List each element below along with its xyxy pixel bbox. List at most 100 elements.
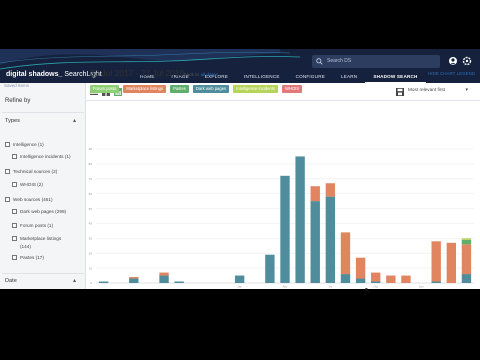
chevron-up-icon[interactable]: ▴	[73, 277, 76, 284]
bar-dark-web-pages-dec-17[interactable]	[174, 281, 184, 283]
checkbox[interactable]	[12, 182, 17, 187]
filter-sidebar: Saved Items Refine by Types ▴ Intelligen…	[0, 83, 86, 289]
filter-label: Pastes (17)	[20, 255, 44, 260]
y-tick-label: 70	[89, 177, 93, 181]
bar-dark-web-pages-jul-18[interactable]	[280, 175, 290, 283]
filter-intelligence-incidents[interactable]: Intelligence incidents (1)	[12, 154, 71, 159]
filter-label: Web sources (461)	[13, 197, 53, 202]
bar-dark-web-pages-nov-17[interactable]	[159, 275, 169, 283]
x-tick-label: Oct	[373, 285, 378, 289]
bar-dark-web-pages-aug-18[interactable]	[295, 156, 305, 283]
section-types-title[interactable]: Types	[5, 118, 20, 124]
hide-chart-legend-button[interactable]: HIDE CHART LEGEND	[428, 71, 475, 76]
y-tick-label: 50	[89, 207, 93, 211]
y-tick-label: 90	[89, 147, 93, 151]
checkbox[interactable]	[5, 142, 10, 147]
bar-marketplace-listings-jul-19[interactable]	[461, 244, 472, 275]
filter-technical-sources[interactable]: Technical sources (2)	[5, 169, 57, 174]
checkbox[interactable]	[5, 169, 10, 174]
filter-label: (144)	[20, 244, 31, 249]
brand-logo[interactable]: digital shadows_ SearchLight	[6, 71, 102, 78]
checkbox[interactable]	[5, 197, 10, 202]
date-range-title: 22 Jul 2017 - 22 Jul 2019	[90, 68, 185, 78]
bar-marketplace-listings-jan-19[interactable]	[371, 272, 381, 282]
filter-dark-web-pages[interactable]: Dark web pages (299)	[12, 209, 66, 214]
bar-marketplace-listings-dec-18[interactable]	[355, 257, 366, 279]
bar-marketplace-listings-jun-19[interactable]	[446, 242, 457, 283]
bar-marketplace-listings-nov-18[interactable]	[340, 232, 351, 275]
sort-select[interactable]: Most relevant first ▾	[408, 87, 470, 97]
bar-marketplace-listings-oct-18[interactable]	[325, 183, 336, 197]
divider	[2, 112, 84, 113]
y-tick-label: 30	[89, 237, 93, 241]
bar-dark-web-pages-may-19[interactable]	[431, 281, 441, 283]
back-prefix: back to	[184, 72, 200, 77]
nav-configure[interactable]: CONFIGURE	[288, 73, 333, 83]
x-tick-label: Jul	[328, 285, 332, 289]
bar-dark-web-pages-sep-18[interactable]	[310, 201, 320, 283]
y-tick-label: 0	[90, 281, 92, 285]
chart-legend: Forum posts Marketplace listings Pastes Dar…	[90, 85, 306, 93]
legend-chip-intelligence-incidents[interactable]: Intelligence incidents	[233, 85, 279, 93]
filter-marketplace-count: (144)	[20, 244, 31, 249]
chevron-up-icon[interactable]: ▴	[73, 117, 76, 124]
bar-marketplace-listings-sep-17[interactable]	[129, 277, 139, 279]
checkbox[interactable]	[12, 236, 17, 241]
checkbox[interactable]	[12, 154, 17, 159]
bar-dark-web-pages-oct-18[interactable]	[325, 196, 336, 283]
filter-whois[interactable]: WHOIS (2)	[12, 182, 43, 187]
section-date-title[interactable]: Date	[5, 278, 17, 284]
y-tick-label: 20	[89, 251, 93, 255]
legend-chip-whois[interactable]: WHOIS	[282, 85, 303, 93]
legend-chip-pastes[interactable]: Pastes	[170, 85, 189, 93]
bar-dark-web-pages-jan-19[interactable]	[371, 281, 381, 283]
bar-dark-web-pages-jul-17[interactable]	[98, 281, 109, 283]
checkbox[interactable]	[12, 209, 17, 214]
bar-dark-web-pages-apr-18[interactable]	[234, 275, 245, 283]
refine-heading: Refine by	[5, 98, 31, 104]
saved-items-link[interactable]: Saved Items	[4, 83, 29, 88]
x-tick-label: Apr	[283, 285, 288, 289]
bar-dark-web-pages-nov-18[interactable]	[340, 274, 351, 283]
search-icon	[316, 58, 323, 65]
chevron-down-icon: ▾	[465, 87, 468, 93]
bar-marketplace-listings-may-19[interactable]	[431, 241, 441, 282]
nav-intelligence[interactable]: INTELLIGENCE	[236, 73, 288, 83]
bar-dark-web-pages-jun-18[interactable]	[265, 254, 275, 283]
bar-dark-web-pages-dec-18[interactable]	[355, 278, 366, 283]
y-tick-label: 40	[89, 222, 93, 226]
bar-pastes-jul-19[interactable]	[461, 239, 472, 245]
y-tick-label: 10	[89, 266, 93, 270]
filter-label: Technical sources (2)	[13, 169, 58, 174]
legend-chip-marketplace-listings[interactable]: Marketplace listings	[123, 85, 167, 93]
checkbox[interactable]	[12, 223, 17, 228]
filter-web-sources[interactable]: Web sources (461)	[5, 197, 53, 202]
bar-intelligence-incidents-jul-19[interactable]	[461, 238, 472, 240]
bar-dark-web-pages-sep-17[interactable]	[129, 278, 139, 283]
sort-value: Most relevant first	[408, 87, 445, 92]
filter-marketplace-listings[interactable]: Marketplace listings	[12, 236, 61, 241]
results-chart[interactable]: 0 10 20 30 40 50 60 70 80 90 Jan Apr Jul Oct Jan	[86, 146, 478, 289]
filter-pastes[interactable]: Pastes (17)	[12, 255, 44, 260]
legend-chip-dark-web-pages[interactable]: Dark web pages	[192, 85, 230, 93]
x-tick-label: Jan	[237, 285, 242, 289]
brand-name: digital shadows_	[6, 71, 63, 78]
help-icon[interactable]	[448, 56, 458, 66]
settings-gear-icon[interactable]	[462, 56, 472, 66]
save-icon[interactable]	[396, 88, 404, 96]
bar-marketplace-listings-feb-19[interactable]	[386, 275, 396, 283]
nav-learn[interactable]: LEARN	[333, 73, 365, 83]
filter-label: WHOIS (2)	[20, 182, 43, 187]
bar-marketplace-listings-sep-18[interactable]	[310, 186, 320, 202]
bar-dark-web-pages-jul-19[interactable]	[461, 274, 472, 283]
filter-label: Dark web pages (299)	[20, 209, 67, 214]
all-dates-link[interactable]: all dates	[200, 72, 217, 77]
bar-marketplace-listings-nov-17[interactable]	[159, 272, 169, 276]
nav-shadow-search[interactable]: SHADOW SEARCH	[365, 73, 426, 83]
legend-chip-forum-posts[interactable]: Forum posts	[90, 85, 120, 93]
bar-marketplace-listings-mar-19[interactable]	[401, 275, 411, 283]
global-search[interactable]: Search DS	[312, 55, 440, 68]
checkbox[interactable]	[12, 255, 17, 260]
filter-intelligence[interactable]: Intelligence (1)	[5, 142, 44, 147]
filter-forum-posts[interactable]: Forum posts (1)	[12, 223, 53, 228]
